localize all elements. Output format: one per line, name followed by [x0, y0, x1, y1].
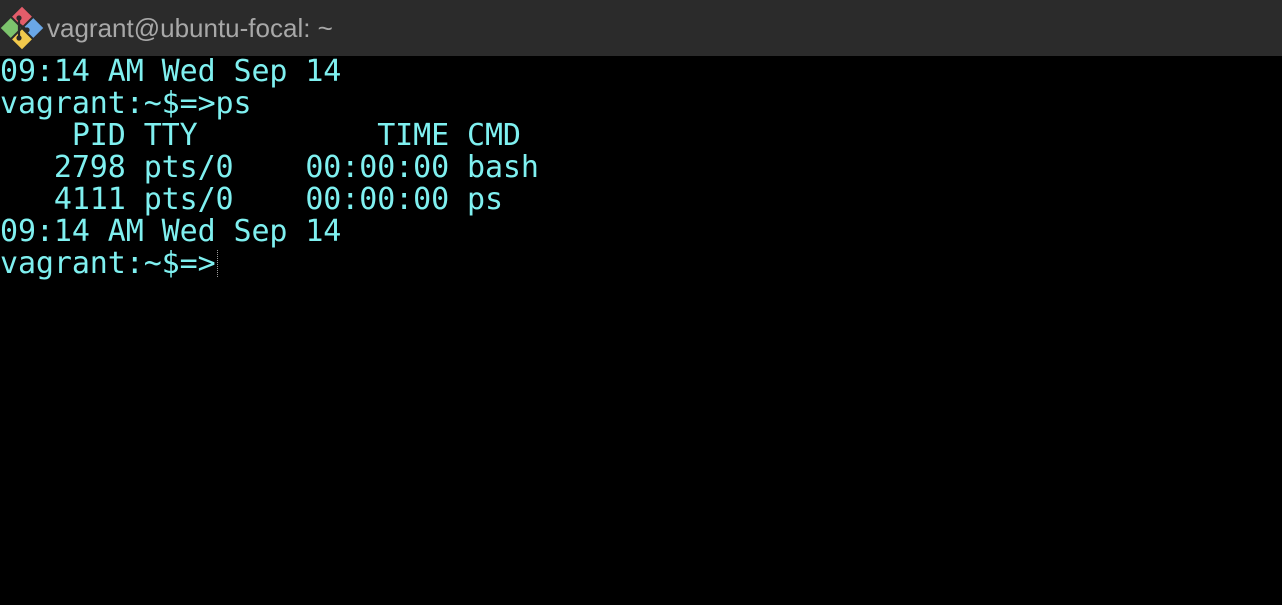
prompt-text: vagrant:~$=> — [0, 246, 216, 281]
terminal-line-clock-2: 09:14 AM Wed Sep 14 — [0, 214, 342, 249]
terminal-line-clock-1: 09:14 AM Wed Sep 14 — [0, 54, 342, 89]
terminal-output[interactable]: 09:14 AM Wed Sep 14 vagrant:~$=>ps PID T… — [0, 56, 1282, 605]
text-cursor — [216, 250, 219, 277]
terminal-prompt-line[interactable]: vagrant:~$=> — [0, 248, 1282, 280]
ps-table-header: PID TTY TIME CMD — [0, 118, 521, 153]
ps-table-row-ps: 4111 pts/0 00:00:00 ps — [0, 182, 503, 217]
terminal-line-command-ps: vagrant:~$=>ps — [0, 86, 252, 121]
git-bash-diamond-icon[interactable] — [0, 0, 44, 56]
window-title: vagrant@ubuntu-focal: ~ — [47, 12, 333, 43]
terminal-window: vagrant@ubuntu-focal: ~ 09:14 AM Wed Sep… — [0, 0, 1282, 605]
ps-table-row-bash: 2798 pts/0 00:00:00 bash — [0, 150, 539, 185]
title-bar[interactable]: vagrant@ubuntu-focal: ~ — [0, 0, 1282, 56]
